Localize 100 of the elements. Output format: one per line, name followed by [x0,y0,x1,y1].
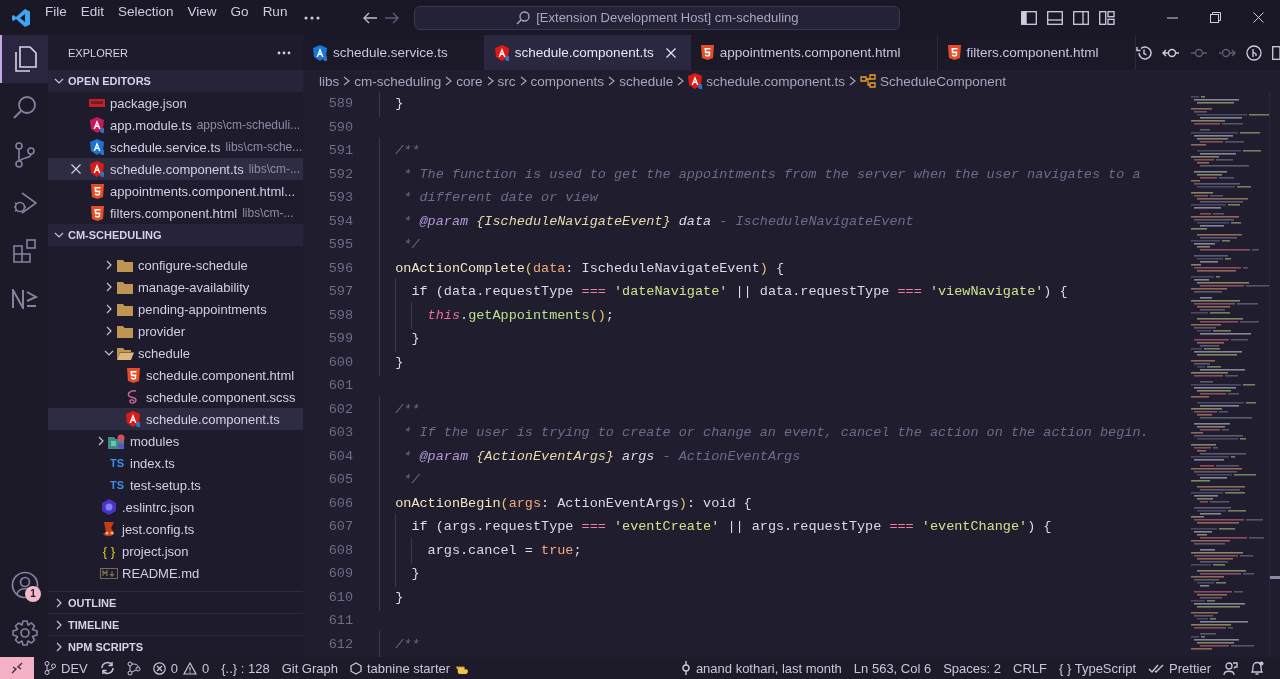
line-number: 589 [327,96,354,112]
layout-icon[interactable] [1099,10,1115,25]
scrollbar[interactable] [1269,92,1280,657]
breadcrumb-item[interactable]: components [530,73,605,89]
editor-tab[interactable]: schedule.service.ts [303,35,485,70]
menu-item[interactable]: Edit [73,3,112,32]
remote-button[interactable] [0,657,34,679]
tabnine-button[interactable]: tabnine starter [344,657,477,679]
secondary-sidebar-icon[interactable] [1073,10,1089,25]
close-icon[interactable] [71,164,81,174]
status-item[interactable]: Git Graph [275,657,344,679]
search-icon[interactable] [13,95,37,119]
console-icon[interactable] [12,289,38,309]
bell-icon[interactable] [1250,660,1264,676]
html-icon [126,367,140,383]
tree-item[interactable]: schedule [48,342,303,364]
chevron-icon[interactable] [104,260,114,270]
menu-item[interactable]: View [180,3,224,32]
breadcrumb-item[interactable]: cm-scheduling [354,73,442,89]
tree-item[interactable]: TS test-setup.ts [48,474,303,496]
status-item[interactable]: CRLF [1007,657,1053,679]
more-icon[interactable] [304,15,321,20]
chevron-icon[interactable] [54,597,64,608]
chevron-icon[interactable] [54,230,64,240]
more-icon[interactable] [277,50,291,55]
tree-item[interactable]: schedule.component.ts [48,408,303,430]
breadcrumb-item[interactable]: src [497,73,516,89]
editor-tab[interactable]: filters.component.html [937,35,1136,70]
panel-toggle-icon[interactable] [1047,10,1063,25]
editor-tab[interactable]: schedule.component.ts [484,35,691,70]
branch-icon[interactable] [14,142,36,168]
prettier-button[interactable]: Prettier [1142,657,1217,679]
tree-item[interactable]: pending-appointments [48,298,303,320]
chevron-icon[interactable] [104,348,114,358]
history-icon[interactable] [1135,44,1152,61]
tree-item[interactable]: configure-schedule [48,254,303,276]
sync-icon[interactable] [99,661,115,675]
activity-tab[interactable] [0,35,48,83]
menu-item[interactable]: Go [223,3,256,32]
open-editor-item[interactable]: filters.component.html libs\cm-... [48,202,303,224]
files-icon[interactable] [13,46,37,72]
forward-arrow-icon[interactable] [384,11,401,24]
sidebar-toggle-icon[interactable] [1021,10,1037,25]
tree-item[interactable]: TS index.ts [48,452,303,474]
status-item[interactable]: {..} : 128 [215,657,276,679]
section-header[interactable]: CM-SCHEDULING [48,224,303,246]
back-arrow-icon[interactable] [362,11,379,24]
settings-icon[interactable] [12,620,38,646]
chevron-icon[interactable] [54,641,64,652]
open-editor-item[interactable]: schedule.service.ts libs\cm-sche... [48,136,303,158]
close-icon[interactable] [665,47,676,58]
run-debug-icon[interactable] [13,191,37,215]
chevron-icon[interactable] [104,282,114,292]
chevron-icon[interactable] [96,436,106,446]
chevron-icon[interactable] [54,619,64,630]
command-center[interactable]: [Extension Development Host] cm-scheduling [414,5,901,30]
chevron-icon[interactable] [104,304,114,314]
tree-item[interactable]: schedule.component.scss [48,386,303,408]
open-editor-item[interactable]: appointments.component.html... [48,180,303,202]
open-editor-item[interactable]: app.module.ts apps\cm-scheduli... [48,114,303,136]
tree-item[interactable]: manage-availability [48,276,303,298]
menu-item[interactable]: Selection [111,3,181,32]
open-editor-item[interactable]: package.json [48,92,303,114]
section-header[interactable]: OPEN EDITORS [48,70,303,92]
status-item[interactable]: Ln 563, Col 6 [847,657,938,679]
tree-item[interactable]: jest.config.ts [48,518,303,540]
tree-item[interactable]: provider [48,320,303,342]
menu-item[interactable]: Run [255,3,295,32]
breadcrumb-item[interactable]: core [456,73,483,89]
extensions-icon[interactable] [13,239,37,263]
open-editor-item[interactable]: schedule.component.ts libs\cm-... [48,158,303,180]
restore-icon[interactable] [1210,12,1221,23]
blame-button[interactable]: anand kothari, last month [674,657,848,679]
account-icon[interactable] [11,571,39,599]
breadcrumb-item[interactable]: schedule.component.ts [706,73,845,89]
line-number: 596 [327,260,354,276]
language-button[interactable]: { } TypeScript [1053,657,1143,679]
breadcrumb-item[interactable]: ScheduleComponent [880,73,1007,89]
graph-icon[interactable] [126,660,141,676]
tree-item[interactable]: schedule.component.html [48,364,303,386]
section-header[interactable]: OUTLINE [48,591,303,613]
chevron-icon[interactable] [104,326,114,336]
tree-item[interactable]: README.md [48,562,303,584]
status-item[interactable]: Spaces: 2 [937,657,1008,679]
tree-item[interactable]: modules [48,430,303,452]
code-line: this.getAppointments(); [426,307,614,323]
section-header[interactable]: TIMELINE [48,613,303,635]
tree-item[interactable]: .eslintrc.json [48,496,303,518]
breadcrumb-item[interactable]: libs [319,73,340,89]
chevron-icon[interactable] [54,76,64,86]
branch-button[interactable]: DEV [38,657,94,679]
menu-item[interactable]: File [38,3,74,32]
problems-button[interactable]: 0 0 [146,657,216,679]
line-number: 604 [327,448,354,464]
feedback-icon[interactable] [1223,660,1238,676]
close-icon[interactable] [1253,12,1264,23]
editor-tab[interactable]: appointments.component.html [690,35,938,70]
tree-item[interactable]: { } project.json [48,540,303,562]
commit-graph-icon[interactable] [1245,44,1262,61]
breadcrumb-item[interactable]: schedule [619,73,674,89]
